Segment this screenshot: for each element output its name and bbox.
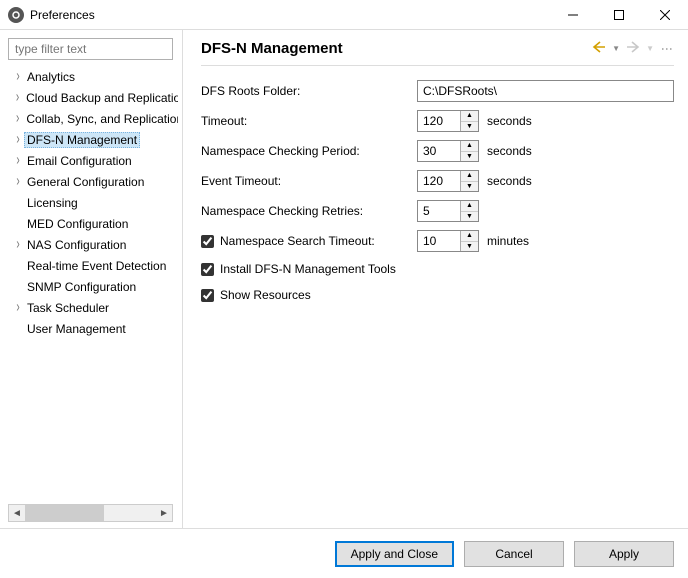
ns-retries-spinner[interactable]: ▲▼ xyxy=(417,200,479,222)
ns-period-input[interactable] xyxy=(418,141,460,161)
tree-item[interactable]: ›Email Configuration xyxy=(8,150,182,171)
roots-folder-input[interactable] xyxy=(417,80,674,102)
chevron-right-icon[interactable]: › xyxy=(12,152,24,170)
tree-item-label: NAS Configuration xyxy=(24,237,129,253)
chevron-right-icon[interactable]: › xyxy=(12,131,24,149)
tree-item[interactable]: User Management xyxy=(8,318,182,339)
forward-icon xyxy=(626,41,640,56)
minimize-button[interactable] xyxy=(550,0,596,30)
tree-item-label: Collab, Sync, and Replication xyxy=(23,111,178,127)
horizontal-scrollbar[interactable]: ◄ ► xyxy=(8,504,173,522)
chevron-right-icon[interactable]: › xyxy=(12,173,24,191)
back-dropdown-icon[interactable]: ▼ xyxy=(612,44,620,53)
install-tools-label: Install DFS-N Management Tools xyxy=(220,262,396,276)
detail-pane: DFS-N Management ▼ ▼ ⋮ DFS Roots Folder:… xyxy=(183,30,688,528)
page-title: DFS-N Management xyxy=(201,40,592,57)
ns-search-unit: minutes xyxy=(487,234,529,248)
ns-search-label: Namespace Search Timeout: xyxy=(220,234,375,248)
ns-retries-input[interactable] xyxy=(418,201,460,221)
roots-folder-label: DFS Roots Folder: xyxy=(201,84,417,98)
event-timeout-input[interactable] xyxy=(418,171,460,191)
app-icon xyxy=(8,7,24,23)
timeout-label: Timeout: xyxy=(201,114,417,128)
spin-up-icon[interactable]: ▲ xyxy=(461,111,478,122)
tree-item[interactable]: ›General Configuration xyxy=(8,171,182,192)
maximize-button[interactable] xyxy=(596,0,642,30)
menu-icon[interactable]: ⋮ xyxy=(660,43,674,54)
chevron-right-icon[interactable]: › xyxy=(12,299,24,317)
ns-search-input[interactable] xyxy=(418,231,460,251)
ns-retries-label: Namespace Checking Retries: xyxy=(201,204,417,218)
ns-search-spinner[interactable]: ▲▼ xyxy=(417,230,479,252)
scroll-right-icon[interactable]: ► xyxy=(156,508,172,519)
tree-item-label: Email Configuration xyxy=(24,153,135,169)
filter-input[interactable] xyxy=(8,38,173,60)
tree-item-label: Licensing xyxy=(24,195,81,211)
cancel-button[interactable]: Cancel xyxy=(464,541,564,567)
tree-item[interactable]: ›Analytics xyxy=(8,66,182,87)
tree-item[interactable]: ›DFS-N Management xyxy=(8,129,182,150)
tree-item-label: DFS-N Management xyxy=(24,132,140,148)
tree-item-label: Cloud Backup and Replication xyxy=(23,90,178,106)
show-resources-label: Show Resources xyxy=(220,288,311,302)
timeout-unit: seconds xyxy=(487,114,532,128)
tree-item-label: SNMP Configuration xyxy=(24,279,139,295)
tree-item[interactable]: ›Cloud Backup and Replication xyxy=(8,87,182,108)
spin-up-icon[interactable]: ▲ xyxy=(461,231,478,242)
tree-item[interactable]: Licensing xyxy=(8,192,182,213)
title-bar: Preferences xyxy=(0,0,688,30)
tree-item-label: Task Scheduler xyxy=(24,300,112,316)
chevron-right-icon[interactable]: › xyxy=(12,68,24,86)
tree-item[interactable]: SNMP Configuration xyxy=(8,276,182,297)
spin-down-icon[interactable]: ▼ xyxy=(461,122,478,132)
spin-down-icon[interactable]: ▼ xyxy=(461,182,478,192)
ns-period-label: Namespace Checking Period: xyxy=(201,144,417,158)
forward-dropdown-icon: ▼ xyxy=(646,44,654,53)
timeout-spinner[interactable]: ▲▼ xyxy=(417,110,479,132)
tree-item[interactable]: MED Configuration xyxy=(8,213,182,234)
chevron-right-icon[interactable]: › xyxy=(12,89,23,107)
event-timeout-spinner[interactable]: ▲▼ xyxy=(417,170,479,192)
chevron-right-icon[interactable]: › xyxy=(12,110,23,128)
install-tools-checkbox[interactable] xyxy=(201,263,214,276)
ns-search-checkbox[interactable] xyxy=(201,235,214,248)
timeout-input[interactable] xyxy=(418,111,460,131)
apply-and-close-button[interactable]: Apply and Close xyxy=(335,541,454,567)
back-icon[interactable] xyxy=(592,41,606,56)
spin-up-icon[interactable]: ▲ xyxy=(461,141,478,152)
chevron-right-icon[interactable]: › xyxy=(12,236,24,254)
show-resources-checkbox[interactable] xyxy=(201,289,214,302)
tree-item[interactable]: ›NAS Configuration xyxy=(8,234,182,255)
event-timeout-label: Event Timeout: xyxy=(201,174,417,188)
sidebar: ›Analytics›Cloud Backup and Replication›… xyxy=(0,30,183,528)
scroll-left-icon[interactable]: ◄ xyxy=(9,508,25,519)
tree-item-label: General Configuration xyxy=(24,174,147,190)
tree-item[interactable]: ›Collab, Sync, and Replication xyxy=(8,108,182,129)
close-button[interactable] xyxy=(642,0,688,30)
scroll-thumb[interactable] xyxy=(25,505,104,521)
tree-item[interactable]: Real-time Event Detection xyxy=(8,255,182,276)
button-bar: Apply and Close Cancel Apply xyxy=(0,528,688,578)
tree-item[interactable]: ›Task Scheduler xyxy=(8,297,182,318)
spin-down-icon[interactable]: ▼ xyxy=(461,152,478,162)
tree-item-label: User Management xyxy=(24,321,129,337)
spin-down-icon[interactable]: ▼ xyxy=(461,242,478,252)
tree-item-label: Real-time Event Detection xyxy=(24,258,169,274)
spin-up-icon[interactable]: ▲ xyxy=(461,201,478,212)
apply-button[interactable]: Apply xyxy=(574,541,674,567)
tree-item-label: MED Configuration xyxy=(24,216,131,232)
ns-period-spinner[interactable]: ▲▼ xyxy=(417,140,479,162)
preference-tree: ›Analytics›Cloud Backup and Replication›… xyxy=(8,66,182,500)
spin-down-icon[interactable]: ▼ xyxy=(461,212,478,222)
spin-up-icon[interactable]: ▲ xyxy=(461,171,478,182)
event-timeout-unit: seconds xyxy=(487,174,532,188)
window-title: Preferences xyxy=(30,8,95,22)
tree-item-label: Analytics xyxy=(24,69,78,85)
ns-period-unit: seconds xyxy=(487,144,532,158)
